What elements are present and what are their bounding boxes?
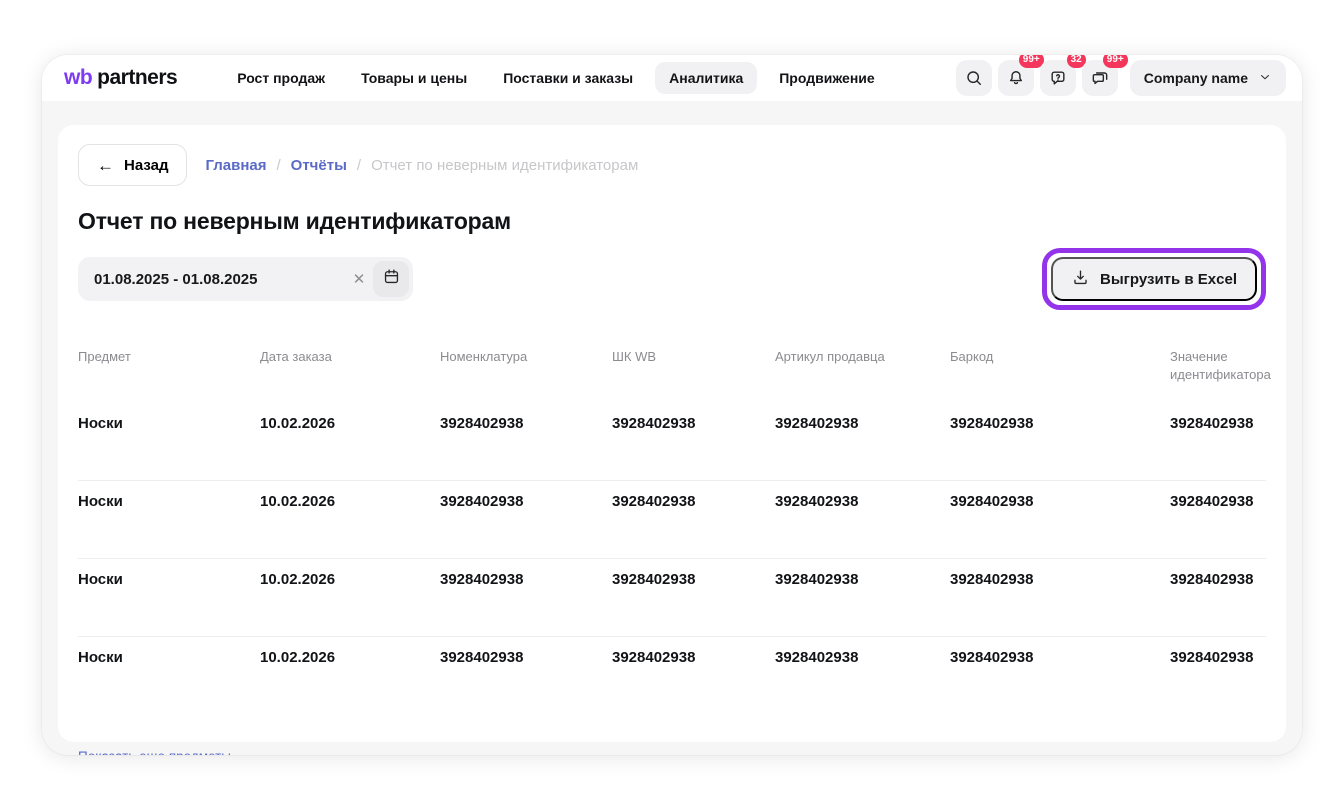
main-nav: Рост продаж Товары и цены Поставки и зак…: [223, 62, 956, 94]
column-header-subject: Предмет: [78, 348, 260, 384]
cell-nomenclature: 3928402938: [440, 415, 612, 480]
cell-order-date: 10.02.2026: [260, 649, 440, 715]
column-header-order-date: Дата заказа: [260, 348, 440, 384]
highlight-annotation: Выгрузить в Excel: [1042, 248, 1266, 310]
breadcrumb-row: ← Назад Главная / Отчёты / Отчет по неве…: [78, 144, 1266, 186]
cell-nomenclature: 3928402938: [440, 649, 612, 715]
breadcrumb-reports-link[interactable]: Отчёты: [291, 157, 347, 174]
nav-item-analytics[interactable]: Аналитика: [655, 62, 757, 94]
breadcrumb-home-link[interactable]: Главная: [205, 157, 266, 174]
logo-wb-text: wb: [64, 66, 92, 90]
top-actions: 99+ 32 99+ Company name: [956, 60, 1286, 96]
calendar-button[interactable]: [373, 261, 409, 297]
back-label: Назад: [124, 157, 168, 174]
help-bubble-icon: [1048, 68, 1068, 88]
breadcrumb: Главная / Отчёты / Отчет по неверным иде…: [205, 157, 638, 174]
cell-seller-article: 3928402938: [775, 649, 950, 715]
cell-identifier-value: 3928402938: [1170, 571, 1266, 636]
cell-order-date: 10.02.2026: [260, 493, 440, 558]
search-icon: [964, 68, 984, 88]
controls-row: 01.08.2025 - 01.08.2025 ✕ Выгрузить в Ex…: [78, 248, 1266, 310]
clear-date-icon[interactable]: ✕: [345, 265, 373, 293]
account-name: Company name: [1144, 70, 1248, 86]
column-header-barcode: Баркод: [950, 348, 1170, 384]
cell-subject: Носки: [78, 571, 260, 636]
logo-partners-text: partners: [97, 66, 177, 90]
table-row: Носки 10.02.2026 3928402938 3928402938 3…: [78, 637, 1266, 715]
breadcrumb-separator: /: [277, 157, 281, 174]
back-arrow-icon: ←: [97, 157, 114, 174]
table-body: Носки 10.02.2026 3928402938 3928402938 3…: [78, 403, 1266, 715]
app-window: wb partners Рост продаж Товары и цены По…: [42, 55, 1302, 755]
cell-subject: Носки: [78, 415, 260, 480]
cell-seller-article: 3928402938: [775, 493, 950, 558]
cell-shk-wb: 3928402938: [612, 415, 775, 480]
chat-button[interactable]: 99+: [1082, 60, 1118, 96]
table-header: Предмет Дата заказа Номенклатура ШК WB А…: [78, 348, 1266, 384]
page-title: Отчет по неверным идентификаторам: [78, 208, 1266, 235]
cell-subject: Носки: [78, 493, 260, 558]
cell-subject: Носки: [78, 649, 260, 715]
cell-barcode: 3928402938: [950, 649, 1170, 715]
chat-badge: 99+: [1103, 55, 1128, 68]
breadcrumb-current: Отчет по неверным идентификаторам: [371, 157, 638, 174]
cell-nomenclature: 3928402938: [440, 493, 612, 558]
cell-seller-article: 3928402938: [775, 571, 950, 636]
column-header-nomenclature: Номенклатура: [440, 348, 612, 384]
wb-partners-logo[interactable]: wb partners: [64, 66, 177, 90]
cell-order-date: 10.02.2026: [260, 415, 440, 480]
cell-identifier-value: 3928402938: [1170, 649, 1266, 715]
table-row: Носки 10.02.2026 3928402938 3928402938 3…: [78, 559, 1266, 637]
nav-item-goods-prices[interactable]: Товары и цены: [347, 62, 481, 94]
cell-nomenclature: 3928402938: [440, 571, 612, 636]
download-icon: [1071, 268, 1090, 291]
cell-barcode: 3928402938: [950, 415, 1170, 480]
table-row: Носки 10.02.2026 3928402938 3928402938 3…: [78, 403, 1266, 481]
report-card: ← Назад Главная / Отчёты / Отчет по неве…: [58, 125, 1286, 742]
cell-shk-wb: 3928402938: [612, 493, 775, 558]
cell-identifier-value: 3928402938: [1170, 415, 1266, 480]
search-button[interactable]: [956, 60, 992, 96]
nav-item-promotion[interactable]: Продвижение: [765, 62, 888, 94]
chevron-down-icon: [1258, 70, 1272, 87]
show-more-link[interactable]: Показать еще предметы: [78, 749, 231, 755]
calendar-icon: [382, 267, 401, 291]
column-header-identifier-value: Значение идентификатора: [1170, 348, 1266, 384]
cell-shk-wb: 3928402938: [612, 571, 775, 636]
export-excel-label: Выгрузить в Excel: [1100, 271, 1237, 288]
column-header-shk-wb: ШК WB: [612, 348, 775, 384]
account-menu[interactable]: Company name: [1130, 60, 1286, 96]
bell-icon: [1006, 68, 1026, 88]
column-header-seller-article: Артикул продавца: [775, 348, 950, 384]
nav-item-supplies-orders[interactable]: Поставки и заказы: [489, 62, 647, 94]
date-range-value: 01.08.2025 - 01.08.2025: [94, 271, 345, 288]
nav-item-sales-growth[interactable]: Рост продаж: [223, 62, 339, 94]
top-navigation-bar: wb partners Рост продаж Товары и цены По…: [42, 55, 1302, 101]
chat-bubbles-icon: [1090, 68, 1110, 88]
back-button[interactable]: ← Назад: [78, 144, 187, 186]
cell-barcode: 3928402938: [950, 571, 1170, 636]
cell-seller-article: 3928402938: [775, 415, 950, 480]
date-range-picker[interactable]: 01.08.2025 - 01.08.2025 ✕: [78, 257, 413, 301]
table-row: Носки 10.02.2026 3928402938 3928402938 3…: [78, 481, 1266, 559]
export-excel-button[interactable]: Выгрузить в Excel: [1051, 257, 1257, 301]
cell-barcode: 3928402938: [950, 493, 1170, 558]
cell-shk-wb: 3928402938: [612, 649, 775, 715]
cell-identifier-value: 3928402938: [1170, 493, 1266, 558]
breadcrumb-separator: /: [357, 157, 361, 174]
cell-order-date: 10.02.2026: [260, 571, 440, 636]
notifications-button[interactable]: 99+: [998, 60, 1034, 96]
support-button[interactable]: 32: [1040, 60, 1076, 96]
